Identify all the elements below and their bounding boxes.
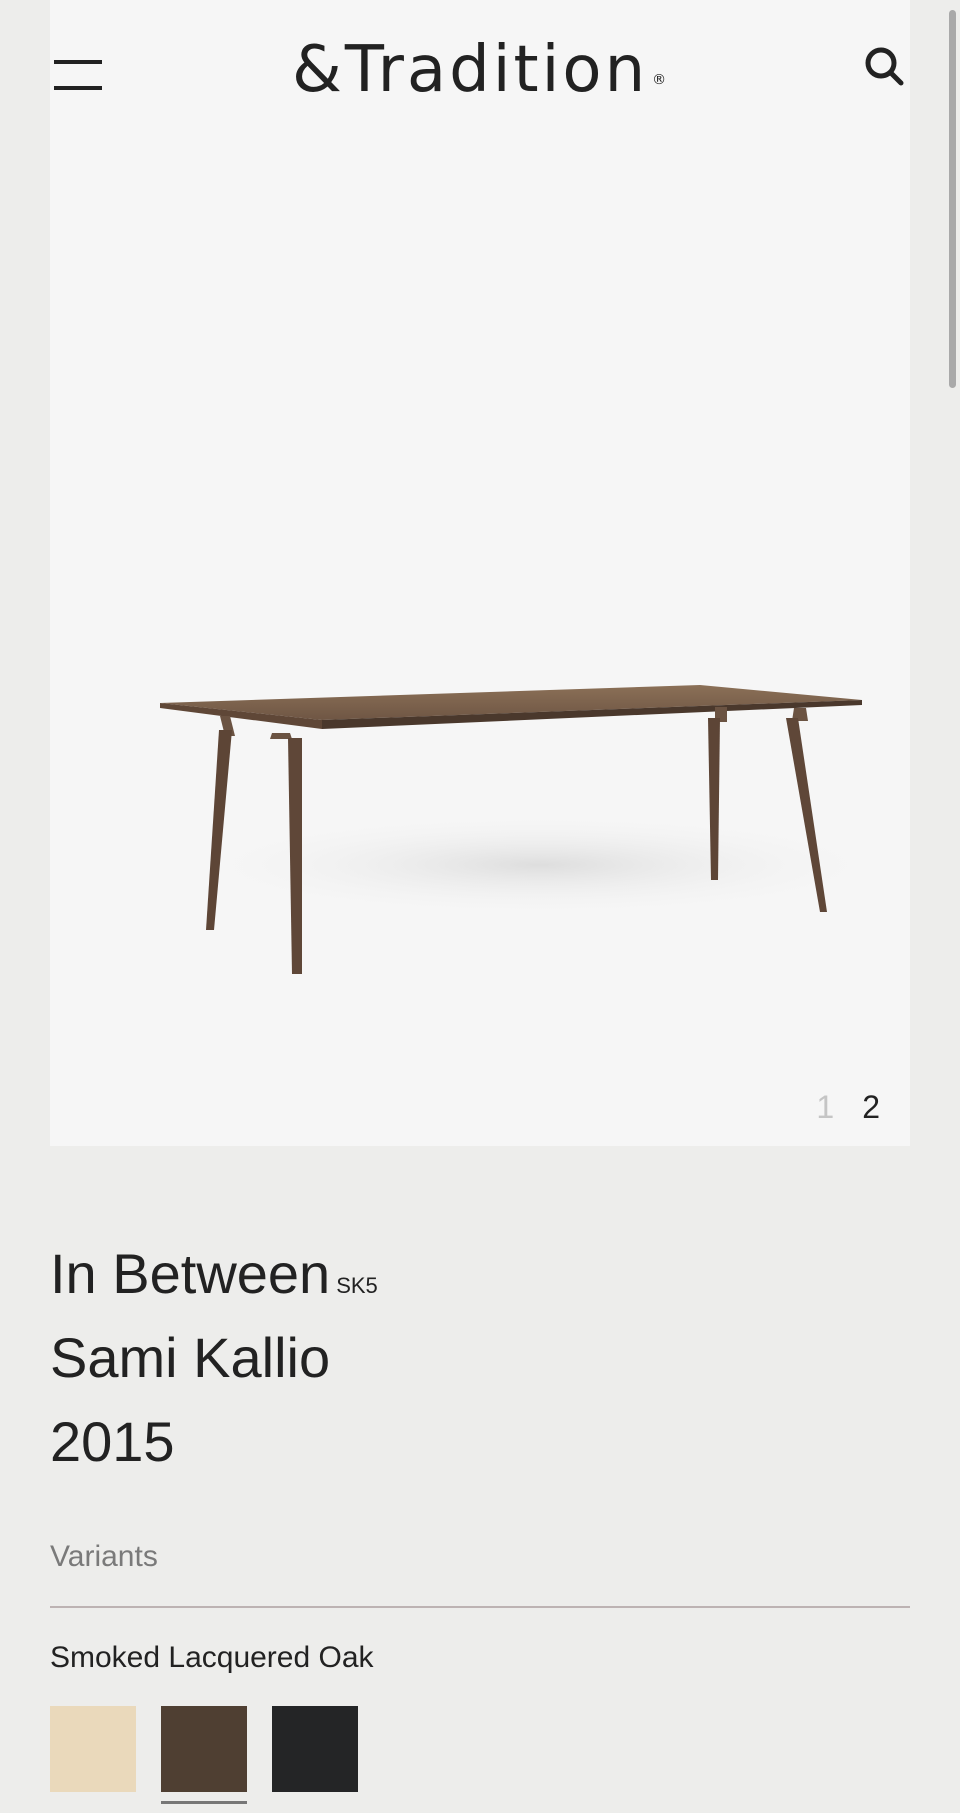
search-icon (865, 47, 904, 86)
variant-swatch-natural-oak[interactable] (50, 1706, 136, 1792)
menu-button[interactable] (50, 50, 102, 94)
gallery-pager: 1 2 (816, 1082, 880, 1132)
selected-variant-name: Smoked Lacquered Oak (50, 1641, 374, 1674)
product-info: In Between SK5 Sami Kallio 2015 (50, 1232, 910, 1484)
product-gallery[interactable]: &Tradition ® 1 2 (50, 0, 910, 1146)
dining-table-product-image (160, 685, 900, 974)
search-button[interactable] (862, 44, 908, 90)
hamburger-menu-icon (54, 86, 102, 90)
product-designer: Sami Kallio (50, 1326, 331, 1389)
registered-mark: ® (652, 72, 670, 88)
hamburger-menu-icon (54, 60, 102, 64)
variant-swatch-smoked-oak[interactable] (161, 1706, 247, 1804)
variants-divider (50, 1606, 910, 1608)
variant-swatch-black[interactable] (272, 1706, 358, 1792)
product-year: 2015 (50, 1410, 175, 1473)
brand-name: &Tradition (292, 33, 649, 107)
gallery-page-2[interactable]: 2 (862, 1082, 880, 1132)
product-title: In Between SK5 (50, 1232, 910, 1316)
vertical-scrollbar[interactable] (949, 10, 956, 388)
product-model-code: SK5 (336, 1273, 378, 1298)
gallery-page-1[interactable]: 1 (816, 1082, 834, 1132)
product-page: &Tradition ® 1 2 In Between SK5 Sami Kal… (0, 0, 960, 1813)
variants-label: Variants (50, 1540, 158, 1573)
product-name: In Between (50, 1242, 331, 1305)
variant-swatches (50, 1706, 358, 1804)
brand-logo[interactable]: &Tradition ® (292, 30, 712, 110)
